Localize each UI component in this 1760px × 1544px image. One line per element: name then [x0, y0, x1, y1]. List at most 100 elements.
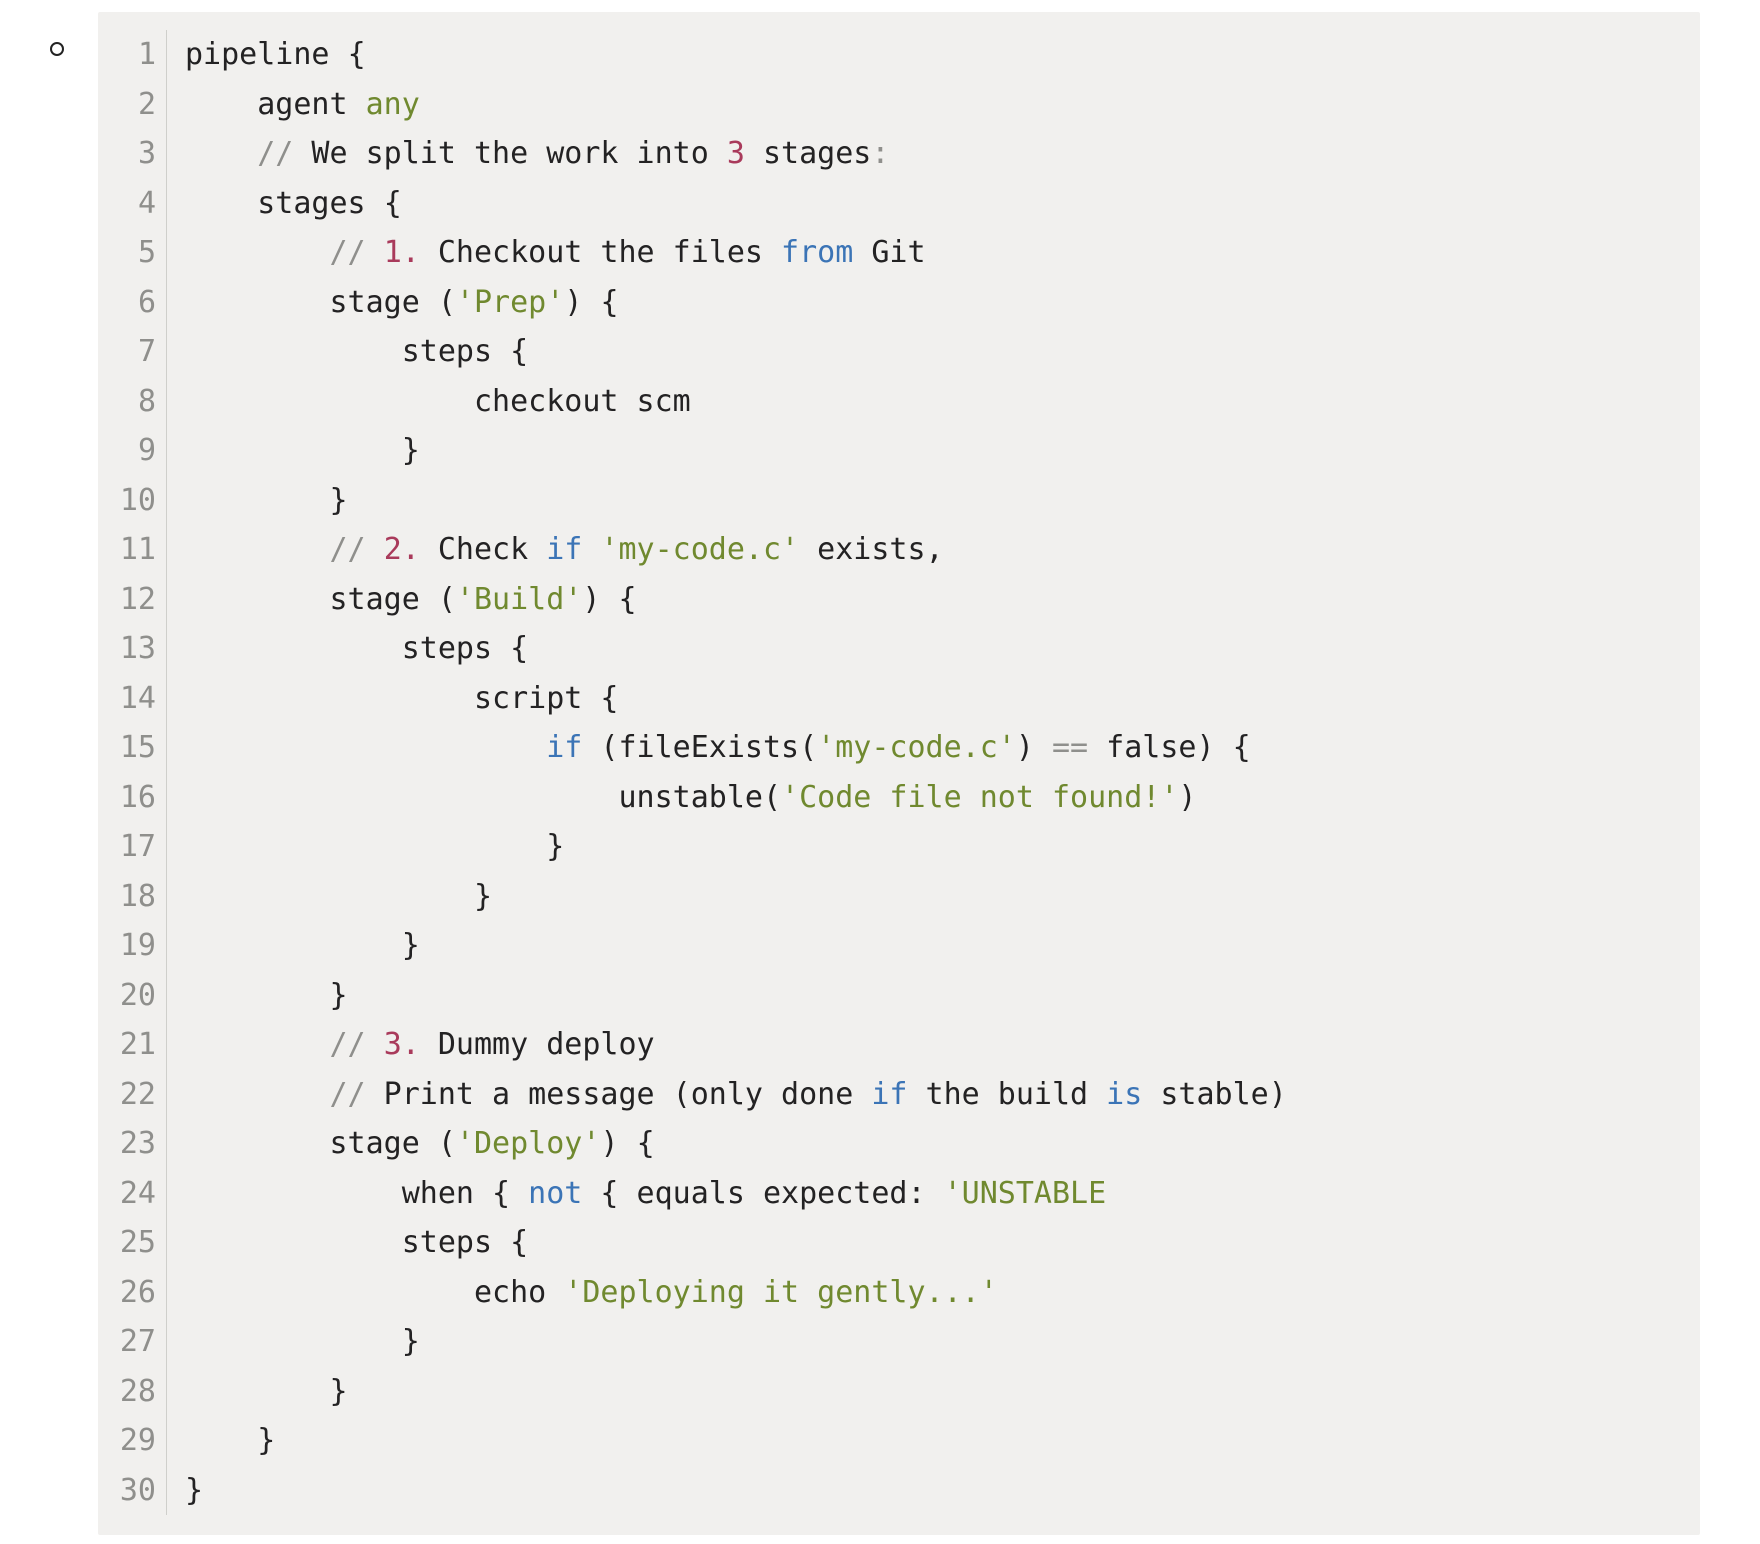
token-brace: {: [384, 186, 402, 221]
token-ident: equals expected:: [618, 1176, 943, 1211]
token-brace: }: [546, 829, 564, 864]
line-number: 21: [98, 1020, 166, 1070]
token-ident: exists,: [799, 532, 944, 567]
line-number: 17: [98, 822, 166, 872]
code-line: 8 checkout scm: [98, 377, 1700, 427]
code-line: 29 }: [98, 1416, 1700, 1466]
gutter-divider: [166, 971, 167, 1021]
token-ident: stable): [1142, 1077, 1287, 1112]
line-number: 22: [98, 1070, 166, 1120]
token-ident: the build: [907, 1077, 1106, 1112]
token-ident: stage (: [185, 582, 456, 617]
token-brace: {: [492, 1176, 510, 1211]
code-line: 23 stage ('Deploy') {: [98, 1119, 1700, 1169]
gutter-divider: [166, 278, 167, 328]
line-number: 3: [98, 129, 166, 179]
gutter-divider: [166, 624, 167, 674]
token-ident: [185, 136, 257, 171]
line-number: 30: [98, 1466, 166, 1516]
token-brace: }: [402, 433, 420, 468]
token-ident: Checkout the files: [420, 235, 781, 270]
token-string: 'Prep': [456, 285, 564, 320]
token-brace: }: [185, 1473, 203, 1508]
line-number: 13: [98, 624, 166, 674]
line-number: 7: [98, 327, 166, 377]
gutter-divider: [166, 872, 167, 922]
code-line: 9 }: [98, 426, 1700, 476]
token-comment: //: [330, 235, 366, 270]
token-ident: steps: [185, 631, 510, 666]
line-number: 5: [98, 228, 166, 278]
line-number: 9: [98, 426, 166, 476]
code-content: agent any: [185, 80, 420, 130]
token-ident: ): [600, 1126, 636, 1161]
line-number: 16: [98, 773, 166, 823]
code-content: }: [185, 426, 420, 476]
code-line: 18 }: [98, 872, 1700, 922]
token-kw: if: [546, 532, 582, 567]
gutter-divider: [166, 674, 167, 724]
code-content: // 2. Check if 'my-code.c' exists,: [185, 525, 944, 575]
token-kw: from: [781, 235, 853, 270]
token-ident: [510, 1176, 528, 1211]
token-num: 3.: [384, 1027, 420, 1062]
token-brace: }: [330, 978, 348, 1013]
token-ident: Print a message (only done: [366, 1077, 872, 1112]
list-bullet-icon: [50, 42, 64, 56]
line-number: 19: [98, 921, 166, 971]
token-ident: stages: [745, 136, 871, 171]
line-number: 18: [98, 872, 166, 922]
token-string: 'my-code.c': [817, 730, 1016, 765]
token-brace: {: [510, 1225, 528, 1260]
token-ident: agent: [185, 87, 366, 122]
token-kw: is: [1106, 1077, 1142, 1112]
code-content: }: [185, 921, 420, 971]
gutter-divider: [166, 1070, 167, 1120]
code-line: 6 stage ('Prep') {: [98, 278, 1700, 328]
token-brace: {: [637, 1126, 655, 1161]
code-content: stage ('Deploy') {: [185, 1119, 655, 1169]
token-ident: [185, 1423, 257, 1458]
token-ident: [185, 235, 330, 270]
line-number: 2: [98, 80, 166, 130]
code-line: 30}: [98, 1466, 1700, 1516]
token-op: ==: [1052, 730, 1088, 765]
token-string: 'my-code.c': [600, 532, 799, 567]
code-line: 3 // We split the work into 3 stages:: [98, 129, 1700, 179]
code-content: unstable('Code file not found!'): [185, 773, 1196, 823]
token-ident: [185, 532, 330, 567]
code-content: steps {: [185, 327, 528, 377]
line-number: 29: [98, 1416, 166, 1466]
gutter-divider: [166, 1268, 167, 1318]
token-brace: {: [600, 681, 618, 716]
token-string: 'Deploy': [456, 1126, 601, 1161]
token-brace: }: [330, 1374, 348, 1409]
token-ident: script: [185, 681, 600, 716]
line-number: 12: [98, 575, 166, 625]
code-content: checkout scm: [185, 377, 691, 427]
line-number: 25: [98, 1218, 166, 1268]
token-comment: //: [330, 532, 366, 567]
token-ident: We split the work into: [293, 136, 726, 171]
code-content: if (fileExists('my-code.c') == false) {: [185, 723, 1251, 773]
token-ident: Check: [420, 532, 546, 567]
token-colon: :: [871, 136, 889, 171]
gutter-divider: [166, 30, 167, 80]
token-ident: echo: [185, 1275, 564, 1310]
code-line: 4 stages {: [98, 179, 1700, 229]
token-brace: }: [330, 483, 348, 518]
token-ident: Dummy deploy: [420, 1027, 655, 1062]
token-kw: if: [871, 1077, 907, 1112]
token-ident: [366, 532, 384, 567]
code-content: }: [185, 1416, 275, 1466]
token-ident: [185, 829, 546, 864]
code-block: 1pipeline {2 agent any3 // We split the …: [98, 12, 1700, 1535]
token-ident: false): [1088, 730, 1233, 765]
code-line: 26 echo 'Deploying it gently...': [98, 1268, 1700, 1318]
code-content: stages {: [185, 179, 402, 229]
code-line: 11 // 2. Check if 'my-code.c' exists,: [98, 525, 1700, 575]
token-ident: [185, 1027, 330, 1062]
token-ident: pipeline: [185, 37, 348, 72]
line-number: 6: [98, 278, 166, 328]
line-number: 26: [98, 1268, 166, 1318]
